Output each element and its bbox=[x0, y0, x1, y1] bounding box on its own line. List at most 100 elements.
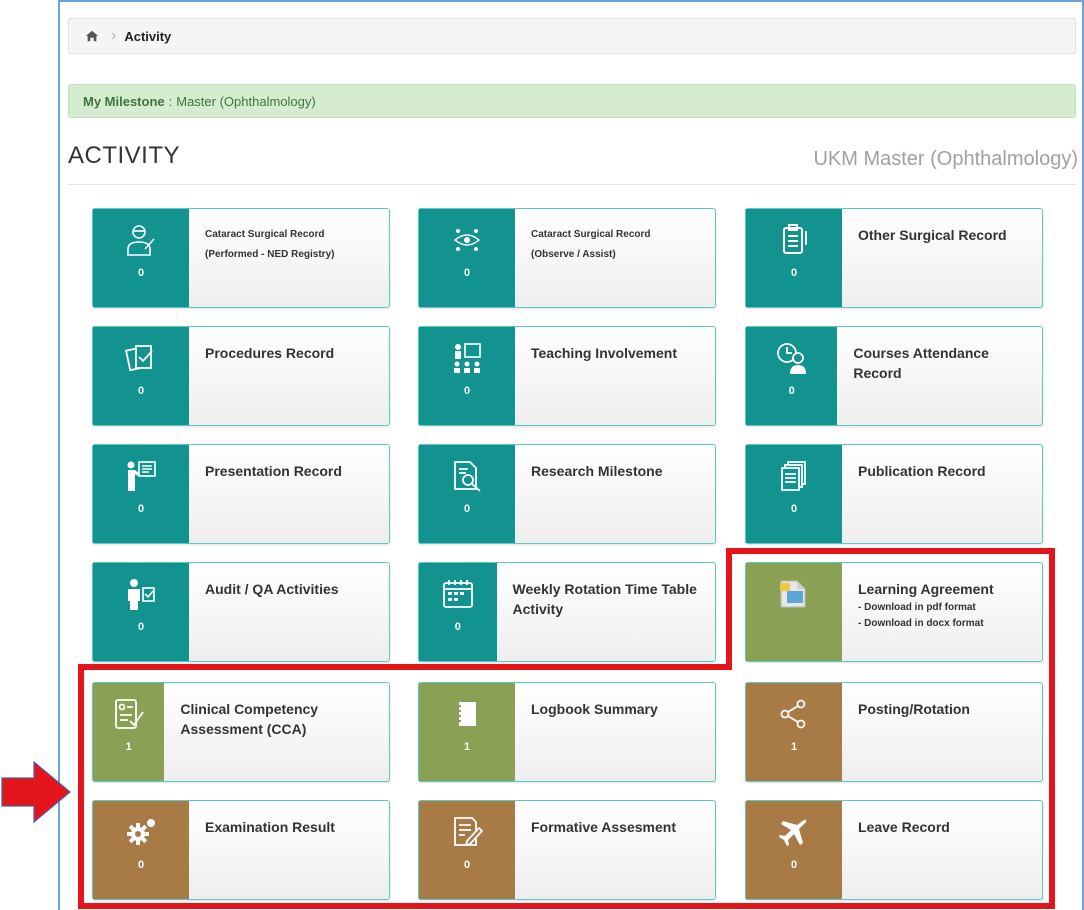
tile-count: 0 bbox=[463, 267, 471, 279]
surgeon-icon bbox=[127, 225, 155, 256]
tile-cca[interactable]: 1 Clinical Competency Assessment (CCA) bbox=[92, 682, 390, 782]
tile-research[interactable]: 0 Research Milestone bbox=[418, 444, 716, 544]
tile-count: 0 bbox=[137, 385, 145, 397]
tile-icon-box: 1 bbox=[419, 683, 515, 781]
tile-icon-box: 0 bbox=[419, 327, 515, 425]
tile-count: 0 bbox=[788, 385, 795, 397]
tile-label: Weekly Rotation Time Table Activity bbox=[512, 581, 697, 617]
tile-label: Formative Assesment bbox=[531, 819, 676, 835]
tile-icon-box: 0 bbox=[419, 209, 515, 307]
tile-label: Presentation Record bbox=[205, 463, 342, 479]
tile-procedures[interactable]: 0 Procedures Record bbox=[92, 326, 390, 426]
tile-examination[interactable]: 0 Examination Result bbox=[92, 800, 390, 900]
tile-icon-box bbox=[746, 563, 842, 661]
assessment-form-icon bbox=[114, 699, 144, 729]
home-icon[interactable] bbox=[85, 29, 99, 43]
tile-leave[interactable]: 0 Leave Record bbox=[745, 800, 1043, 900]
tile-cataract-observe[interactable]: 0 Cataract Surgical Record (Observe / Ass… bbox=[418, 208, 716, 308]
tile-icon-box: 0 bbox=[93, 327, 189, 425]
tile-count: 0 bbox=[137, 503, 145, 515]
tile-count: 0 bbox=[454, 621, 461, 633]
tile-count: 1 bbox=[790, 741, 798, 753]
pages-stack-icon bbox=[781, 461, 806, 491]
tile-icon-box: 1 bbox=[93, 683, 165, 781]
milestone-banner: My Milestone : Master (Ophthalmology) bbox=[68, 84, 1076, 118]
tile-other-surgical[interactable]: 0 Other Surgical Record bbox=[745, 208, 1043, 308]
tile-count: 0 bbox=[790, 859, 798, 871]
tile-posting-rotation[interactable]: 1 Posting/Rotation bbox=[745, 682, 1043, 782]
tile-count: 0 bbox=[463, 503, 471, 515]
tile-count: 1 bbox=[463, 741, 471, 753]
milestone-label: My Milestone bbox=[83, 93, 165, 109]
download-pdf-link[interactable]: - Download in pdf format bbox=[858, 599, 994, 617]
download-docx-link[interactable]: - Download in docx format bbox=[858, 617, 994, 631]
tile-label: Cataract Surgical Record (Observe / Assis… bbox=[531, 229, 651, 260]
tile-icon-box: 0 bbox=[746, 801, 842, 899]
tile-label: Clinical Competency Assessment (CCA) bbox=[180, 701, 319, 737]
tile-icon-box: 0 bbox=[419, 801, 515, 899]
tile-count: 0 bbox=[790, 267, 798, 279]
red-arrow-icon bbox=[1, 760, 71, 824]
title-divider bbox=[68, 184, 1076, 185]
document-search-icon bbox=[454, 461, 481, 492]
notebook-icon bbox=[457, 702, 476, 726]
calendar-icon bbox=[442, 580, 473, 608]
share-nodes-icon bbox=[780, 699, 806, 729]
tile-teaching[interactable]: 0 Teaching Involvement bbox=[418, 326, 716, 426]
tile-label: Publication Record bbox=[858, 463, 986, 479]
tile-cataract-performed[interactable]: 0 Cataract Surgical Record (Performed - N… bbox=[92, 208, 390, 308]
eye-scatter-icon bbox=[453, 229, 481, 251]
breadcrumb-current: Activity bbox=[124, 28, 172, 44]
tile-count: 0 bbox=[463, 385, 471, 397]
tile-presentation[interactable]: 0 Presentation Record bbox=[92, 444, 390, 544]
tile-count: 0 bbox=[137, 267, 145, 279]
tile-icon-box: 0 bbox=[746, 327, 838, 425]
tile-count: 0 bbox=[463, 859, 471, 871]
tile-label: Teaching Involvement bbox=[531, 345, 677, 361]
tile-count: 0 bbox=[137, 859, 145, 871]
program-name: UKM Master (Ophthalmology) bbox=[813, 148, 1078, 170]
tile-icon-box: 0 bbox=[93, 445, 189, 543]
edit-document-icon bbox=[454, 817, 484, 847]
milestone-separator: : bbox=[168, 93, 173, 109]
tile-label: Cataract Surgical Record (Performed - NED… bbox=[205, 229, 335, 260]
tile-count: 1 bbox=[125, 741, 132, 753]
file-folder-icon bbox=[780, 580, 806, 608]
tile-label: Leave Record bbox=[858, 819, 950, 835]
person-checklist-icon bbox=[128, 579, 155, 610]
tile-formative[interactable]: 0 Formative Assesment bbox=[418, 800, 716, 900]
tile-label: Other Surgical Record bbox=[858, 227, 1007, 243]
breadcrumb: › Activity bbox=[68, 18, 1076, 54]
tile-label: Learning Agreement - Download in pdf for… bbox=[842, 563, 1004, 661]
tile-courses[interactable]: 0 Courses Attendance Record bbox=[745, 326, 1043, 426]
tile-icon-box: 0 bbox=[419, 563, 497, 661]
tile-icon-box: 0 bbox=[93, 801, 189, 899]
documents-check-icon bbox=[125, 345, 153, 372]
tile-label: Courses Attendance Record bbox=[853, 345, 989, 381]
teacher-board-icon bbox=[454, 343, 481, 373]
tile-icon-box: 1 bbox=[746, 683, 842, 781]
clipboard-icon bbox=[783, 224, 807, 254]
tile-label: Examination Result bbox=[205, 819, 335, 835]
gears-icon bbox=[127, 819, 155, 845]
tile-publication[interactable]: 0 Publication Record bbox=[745, 444, 1043, 544]
tile-label: Research Milestone bbox=[531, 463, 663, 479]
tile-label: Audit / QA Activities bbox=[205, 581, 339, 597]
tile-audit[interactable]: 0 Audit / QA Activities bbox=[92, 562, 390, 662]
airplane-icon bbox=[779, 819, 807, 846]
tile-learning-agreement[interactable]: Learning Agreement - Download in pdf for… bbox=[745, 562, 1043, 662]
tile-count: 0 bbox=[790, 503, 798, 515]
clock-person-icon bbox=[776, 343, 806, 374]
tile-label: Posting/Rotation bbox=[858, 701, 970, 717]
presenter-icon bbox=[127, 461, 156, 491]
tile-icon-box: 0 bbox=[746, 445, 842, 543]
page-title: ACTIVITY bbox=[68, 142, 181, 169]
tile-label: Procedures Record bbox=[205, 345, 335, 361]
learning-agreement-title: Learning Agreement bbox=[858, 581, 994, 597]
tile-weekly-rotation[interactable]: 0 Weekly Rotation Time Table Activity bbox=[418, 562, 716, 662]
tile-logbook[interactable]: 1 Logbook Summary bbox=[418, 682, 716, 782]
tile-icon-box: 0 bbox=[746, 209, 842, 307]
tile-count: 0 bbox=[137, 621, 145, 633]
breadcrumb-separator: › bbox=[111, 27, 117, 44]
tile-icon-box: 0 bbox=[419, 445, 515, 543]
